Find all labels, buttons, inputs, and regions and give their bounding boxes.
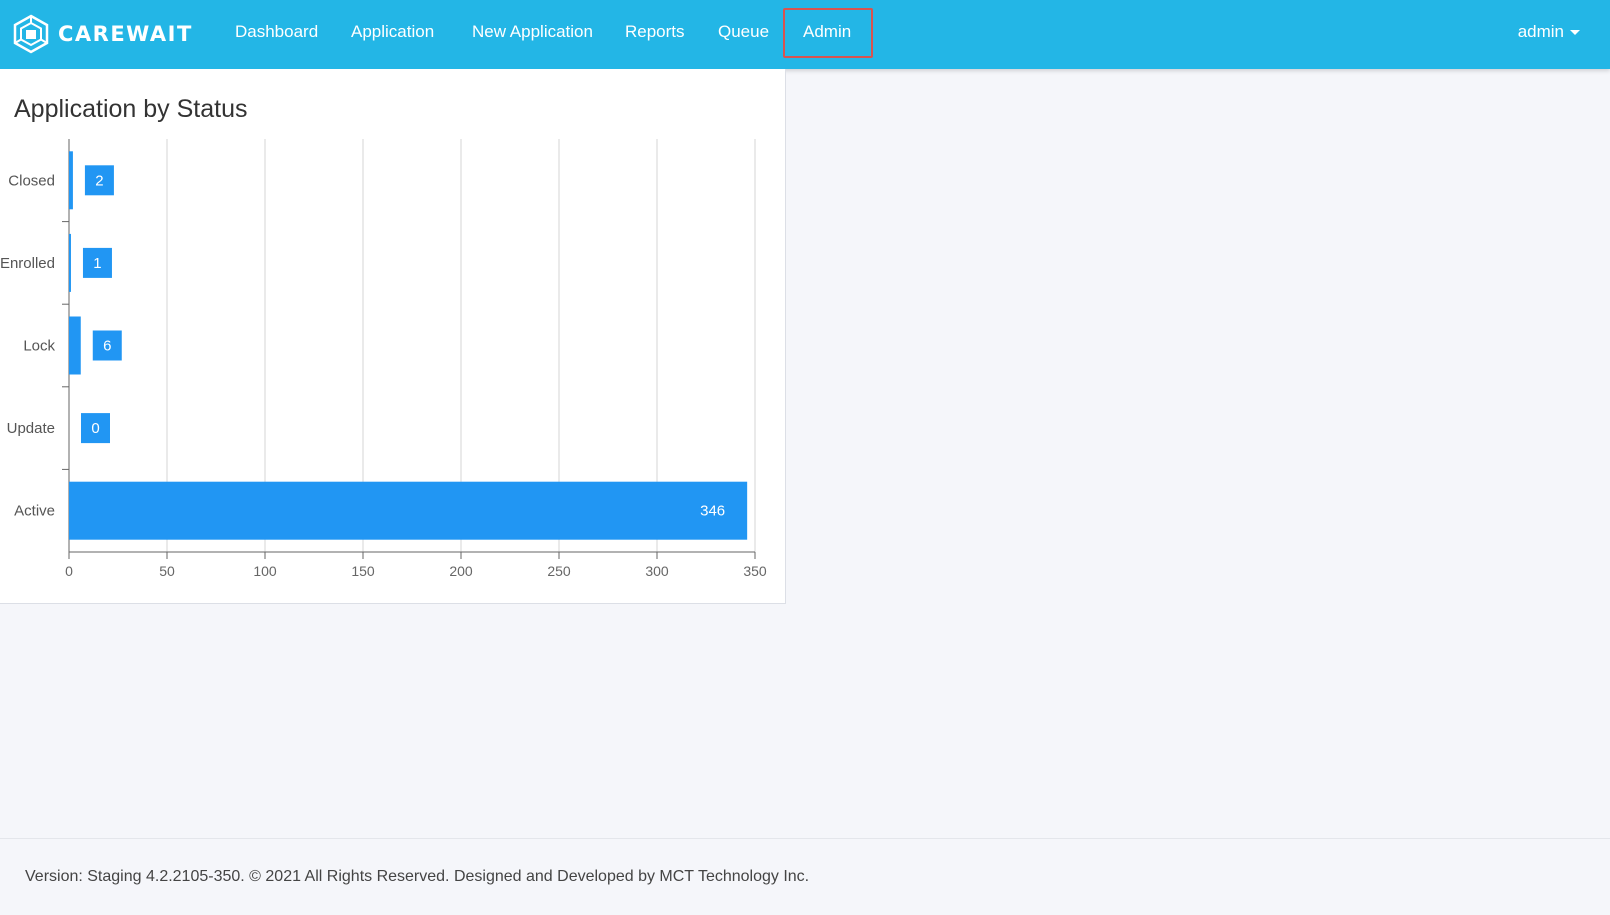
nav-reports[interactable]: Reports bbox=[625, 22, 685, 42]
category-label: Enrolled bbox=[0, 255, 55, 272]
card-title: Application by Status bbox=[14, 95, 248, 123]
bar bbox=[69, 151, 73, 210]
brand-name: CAREWAIT bbox=[58, 22, 193, 46]
x-tick-label: 100 bbox=[253, 563, 277, 579]
status-chart-card: 0 50 100 150 200 250 300 350 Closed 2 Enrolled 1 Loc… bbox=[0, 69, 786, 604]
data-label: 6 bbox=[103, 338, 111, 355]
footer-text: Version: Staging 4.2.2105-350. © 2021 Al… bbox=[25, 868, 810, 885]
bar bbox=[69, 481, 748, 540]
bar bbox=[69, 316, 81, 375]
caret-down-icon bbox=[1570, 29, 1580, 35]
x-tick-label: 300 bbox=[645, 563, 669, 579]
data-label: 0 bbox=[91, 420, 99, 437]
nav-application[interactable]: Application bbox=[351, 22, 434, 42]
data-label: 346 bbox=[700, 503, 725, 520]
x-tick-label: 50 bbox=[159, 563, 175, 579]
status-bar-chart: 0 50 100 150 200 250 300 350 Closed 2 Enrolled 1 Loc… bbox=[0, 139, 767, 579]
brand[interactable]: CAREWAIT bbox=[12, 14, 193, 54]
category-label: Active bbox=[14, 503, 55, 520]
top-navbar: CAREWAIT Dashboard Application New Appli… bbox=[0, 0, 1610, 69]
category-label: Lock bbox=[23, 338, 55, 355]
user-name: admin bbox=[1517, 22, 1564, 41]
nav-admin[interactable]: Admin bbox=[803, 22, 851, 42]
nav-new-application[interactable]: New Application bbox=[472, 22, 593, 42]
carewait-logo-icon bbox=[13, 14, 49, 54]
x-tick-label: 0 bbox=[65, 563, 73, 579]
data-label: 1 bbox=[93, 255, 101, 272]
data-label: 2 bbox=[95, 172, 103, 189]
x-tick-label: 200 bbox=[449, 563, 473, 579]
bar bbox=[69, 233, 71, 292]
category-label: Update bbox=[7, 420, 55, 437]
nav-queue[interactable]: Queue bbox=[718, 22, 769, 42]
x-tick-label: 350 bbox=[743, 563, 767, 579]
footer: Version: Staging 4.2.2105-350. © 2021 Al… bbox=[0, 838, 1610, 915]
x-tick-label: 150 bbox=[351, 563, 375, 579]
user-menu[interactable]: admin bbox=[1518, 22, 1580, 42]
x-tick-label: 250 bbox=[547, 563, 571, 579]
nav-dashboard[interactable]: Dashboard bbox=[235, 22, 318, 42]
category-label: Closed bbox=[8, 172, 55, 189]
